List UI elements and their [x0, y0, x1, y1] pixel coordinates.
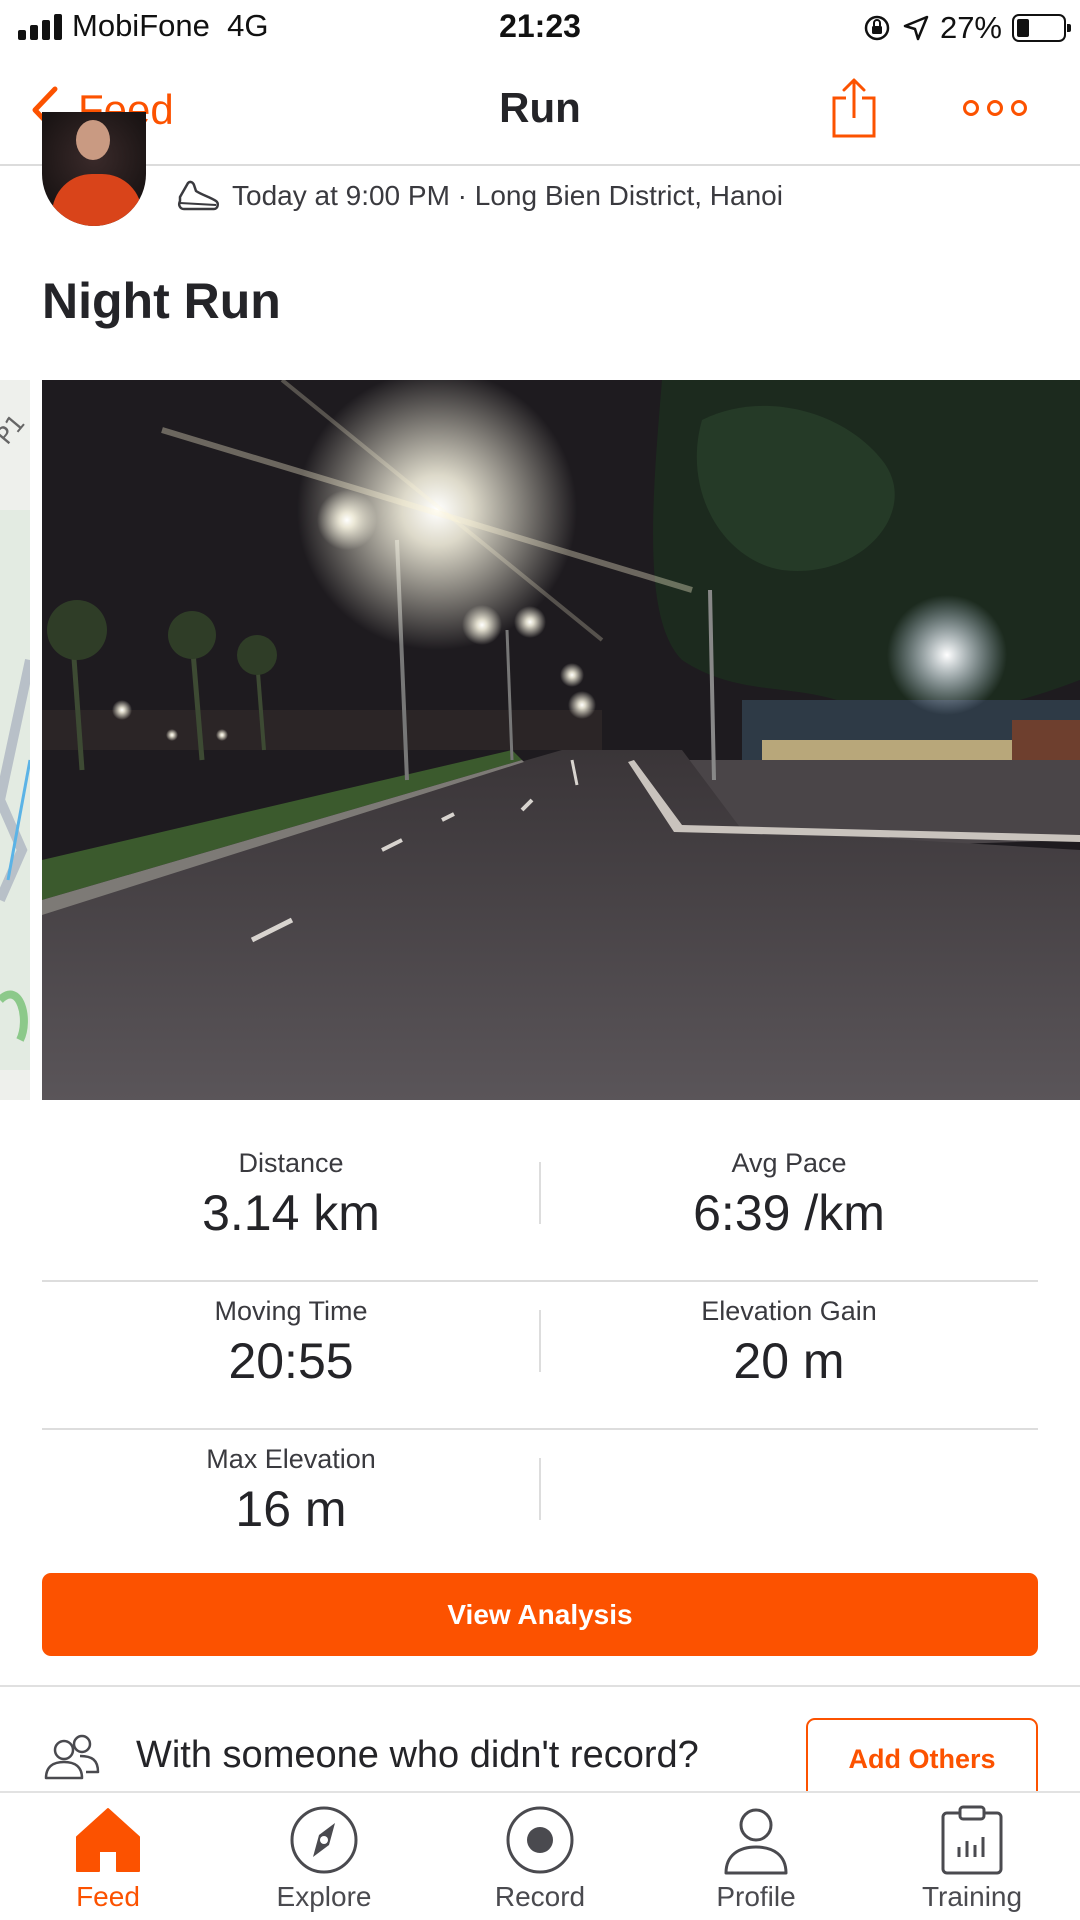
tab-label: Profile: [716, 1881, 796, 1912]
view-analysis-button[interactable]: View Analysis: [42, 1573, 1038, 1656]
location-arrow-icon: [903, 15, 929, 41]
stats-row-3: Max Elevation 16 m: [42, 1430, 1038, 1578]
stat-label: Elevation Gain: [701, 1296, 877, 1326]
shoe-icon: [177, 180, 219, 211]
stat-avg-pace: Avg Pace 6:39 /km: [540, 1134, 1038, 1282]
stat-moving-time: Moving Time 20:55: [42, 1282, 540, 1430]
home-icon: [76, 1808, 140, 1872]
tab-training[interactable]: Training: [864, 1793, 1080, 1920]
route-map-thumbnail[interactable]: P1: [0, 380, 30, 1100]
battery-icon: [1012, 14, 1071, 42]
record-icon: [506, 1806, 574, 1874]
stat-value: 16 m: [235, 1481, 347, 1537]
tab-explore[interactable]: Explore: [216, 1793, 432, 1920]
stat-value: 3.14 km: [202, 1185, 380, 1241]
battery-percentage: 27%: [939, 10, 1002, 45]
tab-label: Record: [494, 1881, 586, 1912]
tab-label: Feed: [76, 1881, 140, 1912]
stat-label: Max Elevation: [206, 1444, 376, 1474]
tab-bar: Feed Explore Record Profile Training: [0, 1791, 1080, 1920]
stats-grid: Distance 3.14 km Avg Pace 6:39 /km Movin…: [42, 1134, 1038, 1578]
training-icon: [941, 1805, 1003, 1875]
people-icon: [44, 1734, 100, 1780]
stat-value: 6:39 /km: [693, 1185, 885, 1241]
stat-distance: Distance 3.14 km: [42, 1134, 540, 1282]
stat-max-elevation: Max Elevation 16 m: [42, 1430, 540, 1578]
stat-elevation-gain: Elevation Gain 20 m: [540, 1282, 1038, 1430]
tab-profile[interactable]: Profile: [648, 1793, 864, 1920]
tab-label: Explore: [276, 1881, 372, 1912]
activity-photo[interactable]: [42, 380, 1080, 1100]
more-icon[interactable]: [960, 88, 1030, 128]
map-road-label: P1: [0, 409, 30, 450]
share-icon[interactable]: [828, 76, 880, 140]
section-divider: [0, 1685, 1080, 1687]
tab-feed[interactable]: Feed: [0, 1793, 216, 1920]
add-others-section: With someone who didn't record? Add Othe…: [42, 1718, 1038, 1800]
stat-value: 20:55: [228, 1333, 354, 1389]
activity-title: Night Run: [42, 273, 281, 329]
activity-date-location: Today at 9:00 PM · Long Bien District, H…: [232, 180, 783, 211]
orientation-lock-icon: [864, 15, 890, 41]
profile-icon: [724, 1808, 788, 1875]
with-others-prompt: With someone who didn't record?: [136, 1734, 699, 1776]
battery-level: [1017, 19, 1029, 37]
stats-row-1: Distance 3.14 km Avg Pace 6:39 /km: [42, 1134, 1038, 1282]
status-bar: MobiFone 4G 21:23 27%: [0, 0, 1080, 54]
tab-record[interactable]: Record: [432, 1793, 648, 1920]
nav-bar: Feed Run: [0, 54, 1080, 166]
stat-value: 20 m: [733, 1333, 845, 1389]
add-others-button[interactable]: Add Others: [806, 1718, 1038, 1800]
status-indicators: 27%: [862, 8, 1071, 48]
stat-label: Distance: [238, 1148, 344, 1178]
stats-row-2: Moving Time 20:55 Elevation Gain 20 m: [42, 1282, 1038, 1430]
activity-meta: Today at 9:00 PM · Long Bien District, H…: [176, 176, 783, 216]
stat-label: Moving Time: [214, 1296, 368, 1326]
stat-label: Avg Pace: [731, 1148, 847, 1178]
compass-icon: [290, 1806, 358, 1874]
tab-label: Training: [921, 1881, 1023, 1912]
athlete-avatar[interactable]: [42, 112, 146, 226]
stat-divider: [539, 1458, 541, 1520]
